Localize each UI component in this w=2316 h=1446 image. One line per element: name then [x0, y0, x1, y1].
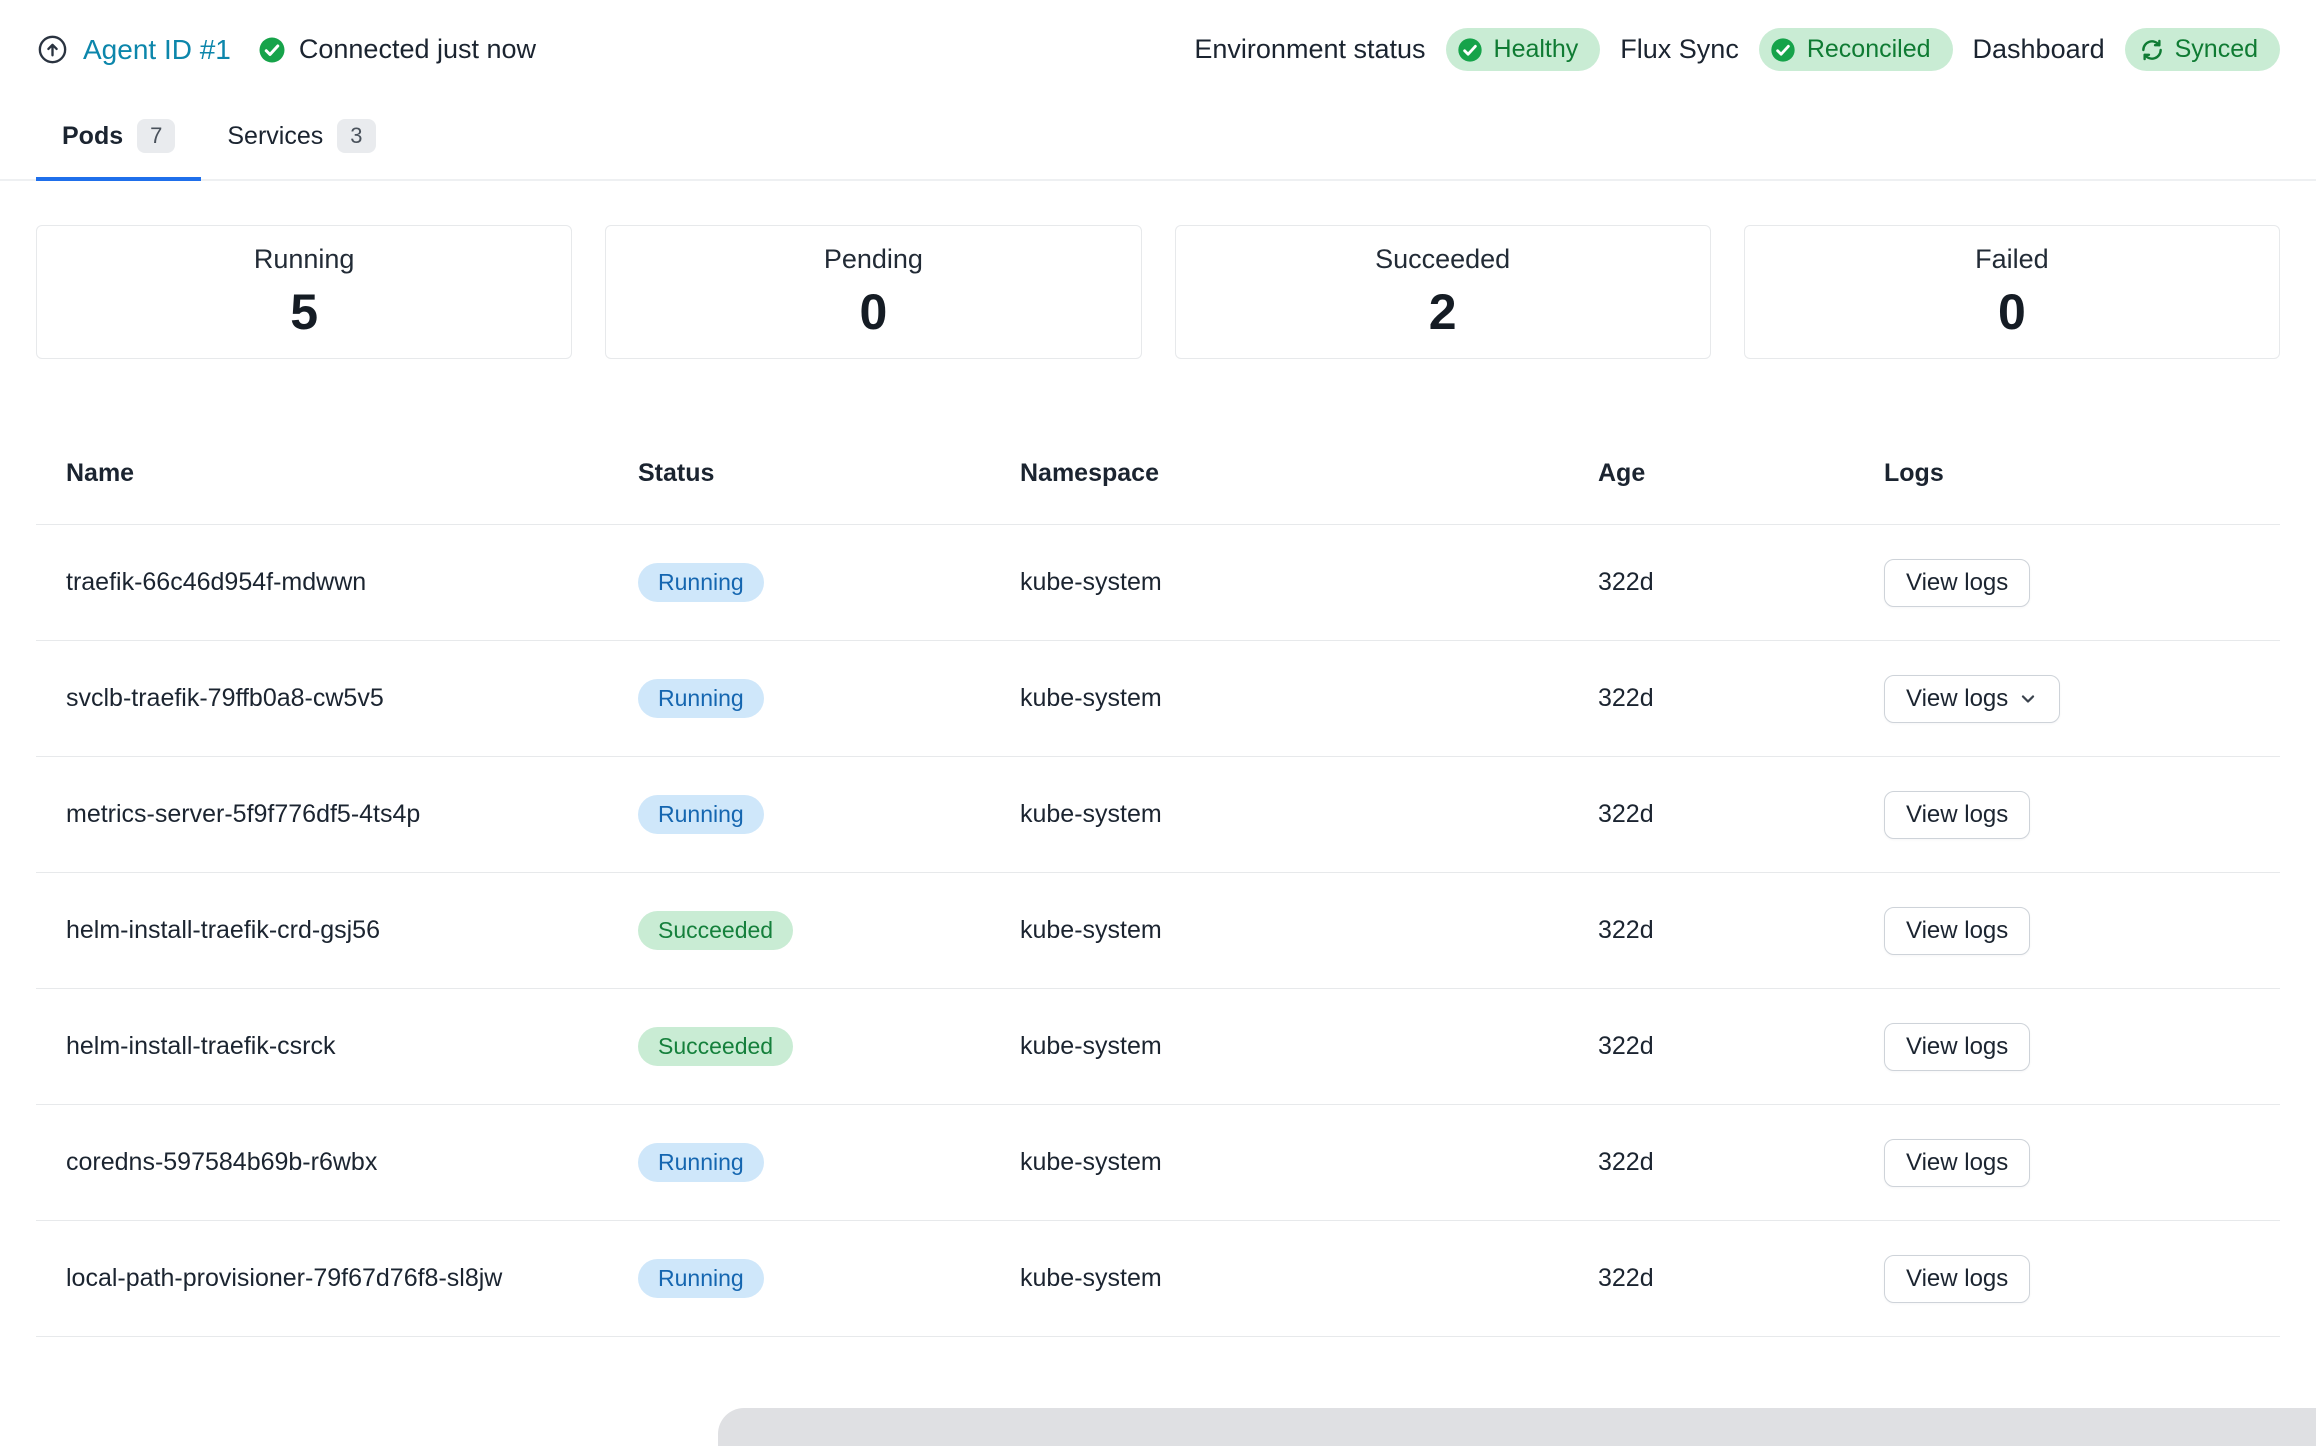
- view-logs-button[interactable]: View logs: [1884, 1255, 2030, 1303]
- pod-name: svclb-traefik-79ffb0a8-cw5v5: [36, 682, 526, 716]
- view-logs-button[interactable]: View logs: [1884, 1023, 2030, 1071]
- status-badge: Running: [638, 679, 764, 718]
- tab-pods-label: Pods: [62, 122, 123, 151]
- view-logs-label: View logs: [1906, 1149, 2008, 1177]
- table-header-row: Name Status Namespace Age Logs: [36, 423, 2280, 525]
- view-logs-dropdown-button[interactable]: View logs: [1884, 675, 2060, 723]
- pod-age: 322d: [1598, 800, 1884, 829]
- table-row: helm-install-traefik-crd-gsj56 Succeeded…: [36, 873, 2280, 989]
- view-logs-label: View logs: [1906, 569, 2008, 597]
- view-logs-button[interactable]: View logs: [1884, 907, 2030, 955]
- pod-namespace: kube-system: [1020, 568, 1598, 597]
- check-circle-icon: [1769, 36, 1797, 64]
- stat-label: Running: [254, 244, 355, 275]
- pod-name: helm-install-traefik-crd-gsj56: [36, 914, 526, 948]
- flux-sync-badge-text: Reconciled: [1807, 35, 1931, 64]
- bottom-sheet-corner: [718, 1408, 2316, 1446]
- pod-name: helm-install-traefik-csrck: [36, 1030, 526, 1064]
- pod-age: 322d: [1598, 684, 1884, 713]
- status-badge: Succeeded: [638, 1027, 793, 1066]
- check-circle-icon: [257, 35, 287, 65]
- column-header-name: Name: [36, 459, 638, 488]
- tab-services-count: 3: [337, 119, 375, 153]
- table-row: coredns-597584b69b-r6wbx Running kube-sy…: [36, 1105, 2280, 1221]
- pod-name: local-path-provisioner-79f67d76f8-sl8jw: [36, 1262, 526, 1296]
- pod-age: 322d: [1598, 1148, 1884, 1177]
- pod-age: 322d: [1598, 1264, 1884, 1293]
- stat-label: Failed: [1975, 244, 2049, 275]
- column-header-age: Age: [1598, 459, 1884, 488]
- view-logs-label: View logs: [1906, 1265, 2008, 1293]
- pod-namespace: kube-system: [1020, 1148, 1598, 1177]
- table-row: traefik-66c46d954f-mdwwn Running kube-sy…: [36, 525, 2280, 641]
- check-circle-icon: [1456, 36, 1484, 64]
- dashboard-sync-badge-text: Synced: [2175, 35, 2258, 64]
- tab-services-label: Services: [227, 122, 323, 151]
- pod-stat-cards: Running 5 Pending 0 Succeeded 2 Failed 0: [36, 225, 2280, 359]
- flux-sync-label: Flux Sync: [1620, 34, 1739, 65]
- pods-table: Name Status Namespace Age Logs traefik-6…: [36, 423, 2280, 1337]
- dashboard-sync-badge: Synced: [2125, 28, 2280, 71]
- table-row: helm-install-traefik-csrck Succeeded kub…: [36, 989, 2280, 1105]
- tab-services[interactable]: Services 3: [201, 111, 401, 181]
- environment-status-group: Environment status Healthy Flux Sync Rec…: [1194, 28, 2280, 71]
- stat-card-failed: Failed 0: [1744, 225, 2280, 359]
- view-logs-button[interactable]: View logs: [1884, 559, 2030, 607]
- header: Agent ID #1 Connected just now Environme…: [0, 0, 2316, 71]
- view-logs-label: View logs: [1906, 685, 2008, 713]
- column-header-status: Status: [638, 459, 1020, 488]
- stat-label: Succeeded: [1375, 244, 1510, 275]
- table-row: svclb-traefik-79ffb0a8-cw5v5 Running kub…: [36, 641, 2280, 757]
- pod-age: 322d: [1598, 1032, 1884, 1061]
- stat-card-succeeded: Succeeded 2: [1175, 225, 1711, 359]
- connection-status-text: Connected just now: [299, 34, 536, 65]
- pod-name: traefik-66c46d954f-mdwwn: [36, 566, 526, 600]
- view-logs-label: View logs: [1906, 1033, 2008, 1061]
- pod-namespace: kube-system: [1020, 684, 1598, 713]
- view-logs-label: View logs: [1906, 917, 2008, 945]
- chevron-down-icon: [2018, 689, 2038, 709]
- status-badge: Running: [638, 1259, 764, 1298]
- agent-status-group: Agent ID #1 Connected just now: [36, 33, 536, 66]
- environment-status-badge: Healthy: [1446, 28, 1601, 71]
- agent-id-link[interactable]: Agent ID #1: [83, 34, 231, 66]
- view-logs-button[interactable]: View logs: [1884, 1139, 2030, 1187]
- pod-namespace: kube-system: [1020, 916, 1598, 945]
- connection-status: Connected just now: [257, 34, 536, 65]
- sync-arrows-icon: [2139, 37, 2165, 63]
- pod-namespace: kube-system: [1020, 800, 1598, 829]
- stat-value: 5: [290, 283, 318, 341]
- dashboard-label: Dashboard: [1973, 34, 2105, 65]
- stat-card-running: Running 5: [36, 225, 572, 359]
- column-header-namespace: Namespace: [1020, 459, 1598, 488]
- view-logs-label: View logs: [1906, 801, 2008, 829]
- pod-namespace: kube-system: [1020, 1032, 1598, 1061]
- stat-label: Pending: [824, 244, 923, 275]
- table-row: local-path-provisioner-79f67d76f8-sl8jw …: [36, 1221, 2280, 1337]
- stat-value: 2: [1429, 283, 1457, 341]
- agent-icon: [36, 33, 69, 66]
- pod-age: 322d: [1598, 568, 1884, 597]
- pod-age: 322d: [1598, 916, 1884, 945]
- tab-pods[interactable]: Pods 7: [36, 111, 201, 181]
- tab-pods-count: 7: [137, 119, 175, 153]
- tab-bar: Pods 7 Services 3: [0, 111, 2316, 181]
- environment-status-label: Environment status: [1194, 34, 1425, 65]
- view-logs-button[interactable]: View logs: [1884, 791, 2030, 839]
- pod-name: metrics-server-5f9f776df5-4ts4p: [36, 798, 526, 832]
- table-row: metrics-server-5f9f776df5-4ts4p Running …: [36, 757, 2280, 873]
- pod-name: coredns-597584b69b-r6wbx: [36, 1146, 526, 1180]
- pod-namespace: kube-system: [1020, 1264, 1598, 1293]
- environment-status-badge-text: Healthy: [1494, 35, 1579, 64]
- status-badge: Succeeded: [638, 911, 793, 950]
- status-badge: Running: [638, 563, 764, 602]
- stat-card-pending: Pending 0: [605, 225, 1141, 359]
- flux-sync-badge: Reconciled: [1759, 28, 1953, 71]
- status-badge: Running: [638, 795, 764, 834]
- status-badge: Running: [638, 1143, 764, 1182]
- stat-value: 0: [859, 283, 887, 341]
- column-header-logs: Logs: [1884, 459, 2280, 488]
- stat-value: 0: [1998, 283, 2026, 341]
